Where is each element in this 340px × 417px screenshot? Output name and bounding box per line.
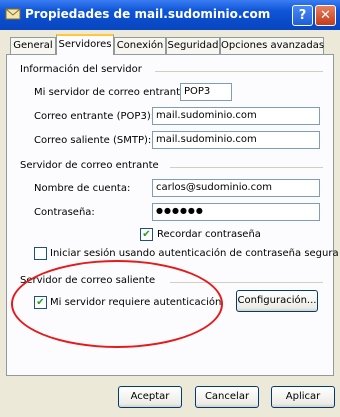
outgoing-server-label: Correo saliente (SMTP): [34, 135, 152, 146]
highlight-ellipse [11, 260, 223, 348]
tab-conexion[interactable]: Conexión [114, 37, 166, 54]
remember-password-checkbox[interactable]: ✔ [140, 228, 153, 241]
incoming-server-label: Correo entrante (POP3): [34, 111, 155, 122]
incoming-type-label: Mi servidor de correo entrante es [34, 87, 201, 98]
group-divider [155, 71, 323, 72]
incoming-type-field[interactable]: POP3 [180, 83, 232, 101]
remember-password-label: Recordar contraseña [157, 229, 261, 240]
spa-label: Iniciar sesión usando autenticación de c… [50, 248, 339, 259]
password-field[interactable]: ●●●●●● [152, 203, 320, 221]
window-title: Propiedades de mail.sudominio.com [25, 7, 271, 21]
account-name-label: Nombre de cuenta: [34, 183, 131, 194]
tab-general[interactable]: General [10, 37, 56, 54]
group-divider [170, 167, 323, 168]
spa-checkbox[interactable] [34, 247, 47, 260]
checkmark-icon: ✔ [142, 229, 151, 240]
ok-button[interactable]: Aceptar [118, 386, 182, 408]
tab-seguridad[interactable]: Seguridad [166, 37, 220, 54]
help-button[interactable]: ? [292, 5, 313, 26]
settings-button[interactable]: Configuración... [236, 290, 318, 312]
cancel-button[interactable]: Cancelar [195, 386, 259, 408]
mail-properties-icon [5, 8, 21, 20]
password-label: Contraseña: [34, 207, 95, 218]
incoming-server-field[interactable]: mail.sudominio.com [152, 107, 320, 125]
apply-button[interactable]: Aplicar [271, 386, 335, 408]
tab-servidores[interactable]: Servidores [56, 34, 114, 55]
account-name-field[interactable]: carlos@sudominio.com [152, 179, 320, 197]
title-bar[interactable]: Propiedades de mail.sudominio.com ? ✕ [0, 0, 340, 30]
group-server-info: Información del servidor [20, 64, 142, 75]
group-incoming-server: Servidor de correo entrante [20, 160, 159, 171]
tab-opciones-avanzadas[interactable]: Opciones avanzadas [220, 37, 324, 54]
close-button[interactable]: ✕ [315, 5, 336, 26]
outgoing-server-field[interactable]: mail.sudominio.com [152, 131, 320, 149]
